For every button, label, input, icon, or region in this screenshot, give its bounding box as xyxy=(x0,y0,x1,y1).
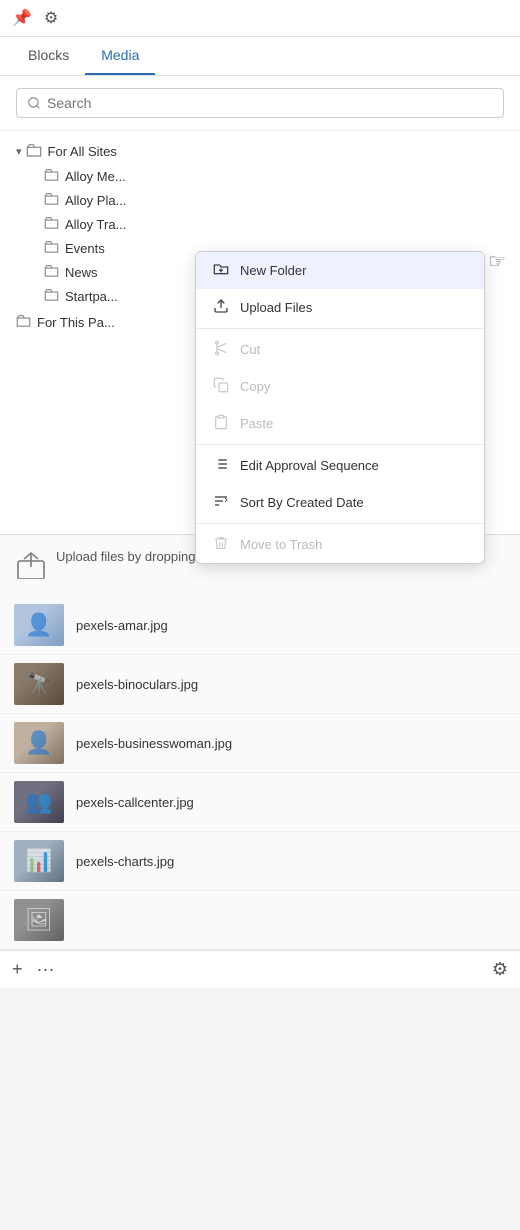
file-thumbnail: 👤 xyxy=(14,722,64,764)
paste-icon xyxy=(212,414,230,433)
file-item-extra[interactable]: 🖼 xyxy=(0,891,520,950)
file-thumbnail: 📊 xyxy=(14,840,64,882)
cut-icon xyxy=(212,340,230,359)
binoculars-icon: 🔭 xyxy=(25,671,52,697)
folder-plus-icon xyxy=(212,261,230,280)
chart-icon: 📊 xyxy=(25,848,52,874)
list-icon xyxy=(212,456,230,475)
tab-blocks[interactable]: Blocks xyxy=(12,37,85,75)
chevron-down-icon: ▾ xyxy=(16,145,22,158)
file-thumbnail: 🔭 xyxy=(14,663,64,705)
person-icon: 👤 xyxy=(25,730,52,756)
menu-divider xyxy=(196,328,484,329)
file-name: pexels-charts.jpg xyxy=(76,854,174,869)
cut-label: Cut xyxy=(240,342,260,357)
folder-icon xyxy=(44,192,59,208)
file-tree: ▾ For All Sites Alloy Me... xyxy=(0,131,520,534)
file-thumbnail: 👤 xyxy=(14,604,64,646)
file-thumbnail: 👥 xyxy=(14,781,64,823)
group-icon: 👥 xyxy=(25,789,52,815)
tree-item-label: Startpa... xyxy=(65,289,118,304)
new-folder-label: New Folder xyxy=(240,263,306,278)
pin-icon: 📌 xyxy=(12,8,32,28)
search-input[interactable] xyxy=(47,95,493,111)
folder-icon xyxy=(44,240,59,256)
folder-icon xyxy=(44,168,59,184)
file-name: pexels-binoculars.jpg xyxy=(76,677,198,692)
settings-button[interactable]: ⚙ xyxy=(492,959,508,980)
menu-divider xyxy=(196,523,484,524)
tab-media[interactable]: Media xyxy=(85,37,155,75)
file-item-binoculars[interactable]: 🔭 pexels-binoculars.jpg xyxy=(0,655,520,714)
file-item-amar[interactable]: 👤 pexels-amar.jpg xyxy=(0,596,520,655)
upload-icon xyxy=(212,298,230,317)
folder-icon xyxy=(44,216,59,232)
file-list: 👤 pexels-amar.jpg 🔭 pexels-binoculars.jp… xyxy=(0,596,520,950)
copy-label: Copy xyxy=(240,379,270,394)
context-menu: New Folder Upload Files xyxy=(195,251,485,564)
context-menu-edit-approval[interactable]: Edit Approval Sequence xyxy=(196,447,484,484)
tree-root-label: For All Sites xyxy=(48,144,117,159)
trash-icon xyxy=(212,535,230,554)
file-name: pexels-callcenter.jpg xyxy=(76,795,194,810)
folder-icon xyxy=(26,143,42,160)
more-options-button[interactable]: ··· xyxy=(37,959,55,980)
bottom-toolbar: + ··· ⚙ xyxy=(0,950,520,988)
context-menu-trash: Move to Trash xyxy=(196,526,484,563)
tabs-bar: Blocks Media xyxy=(0,37,520,76)
file-name: pexels-businesswoman.jpg xyxy=(76,736,232,751)
list-item[interactable]: Alloy Pla... xyxy=(28,188,520,212)
file-item-callcenter[interactable]: 👥 pexels-callcenter.jpg xyxy=(0,773,520,832)
tree-item-label: News xyxy=(65,265,98,280)
context-menu-new-folder[interactable]: New Folder xyxy=(196,252,484,289)
context-menu-upload-files[interactable]: Upload Files xyxy=(196,289,484,326)
list-item[interactable]: Alloy Me... xyxy=(28,164,520,188)
context-menu-cut: Cut xyxy=(196,331,484,368)
folder-icon xyxy=(44,264,59,280)
file-name: pexels-amar.jpg xyxy=(76,618,168,633)
for-this-page-label: For This Pa... xyxy=(37,315,115,330)
context-menu-paste: Paste xyxy=(196,405,484,442)
copy-icon xyxy=(212,377,230,396)
context-menu-copy: Copy xyxy=(196,368,484,405)
upload-drop-icon xyxy=(16,551,46,582)
tree-item-label: Alloy Pla... xyxy=(65,193,126,208)
sort-icon xyxy=(212,493,230,512)
search-bar xyxy=(0,76,520,131)
folder-icon xyxy=(16,314,31,330)
upload-files-label: Upload Files xyxy=(240,300,312,315)
settings-icon[interactable]: ⚙ xyxy=(44,8,58,28)
main-panel: ▾ For All Sites Alloy Me... xyxy=(0,76,520,534)
file-item-businesswoman[interactable]: 👤 pexels-businesswoman.jpg xyxy=(0,714,520,773)
folder-icon xyxy=(44,288,59,304)
paste-label: Paste xyxy=(240,416,273,431)
file-item-charts[interactable]: 📊 pexels-charts.jpg xyxy=(0,832,520,891)
trash-label: Move to Trash xyxy=(240,537,322,552)
list-item[interactable]: Alloy Tra... xyxy=(28,212,520,236)
edit-approval-label: Edit Approval Sequence xyxy=(240,458,379,473)
add-button[interactable]: + xyxy=(12,959,23,980)
tree-item-label: Events xyxy=(65,241,105,256)
search-input-wrap[interactable] xyxy=(16,88,504,118)
menu-divider xyxy=(196,444,484,445)
file-thumbnail: 🖼 xyxy=(14,899,64,941)
search-icon xyxy=(27,96,41,110)
tree-root[interactable]: ▾ For All Sites xyxy=(0,139,520,164)
image-icon: 🖼 xyxy=(25,907,53,933)
tree-item-label: Alloy Me... xyxy=(65,169,126,184)
person-icon: 👤 xyxy=(25,612,52,638)
top-bar: 📌 ⚙ xyxy=(0,0,520,37)
context-menu-sort[interactable]: Sort By Created Date xyxy=(196,484,484,521)
tree-item-label: Alloy Tra... xyxy=(65,217,126,232)
sort-label: Sort By Created Date xyxy=(240,495,364,510)
